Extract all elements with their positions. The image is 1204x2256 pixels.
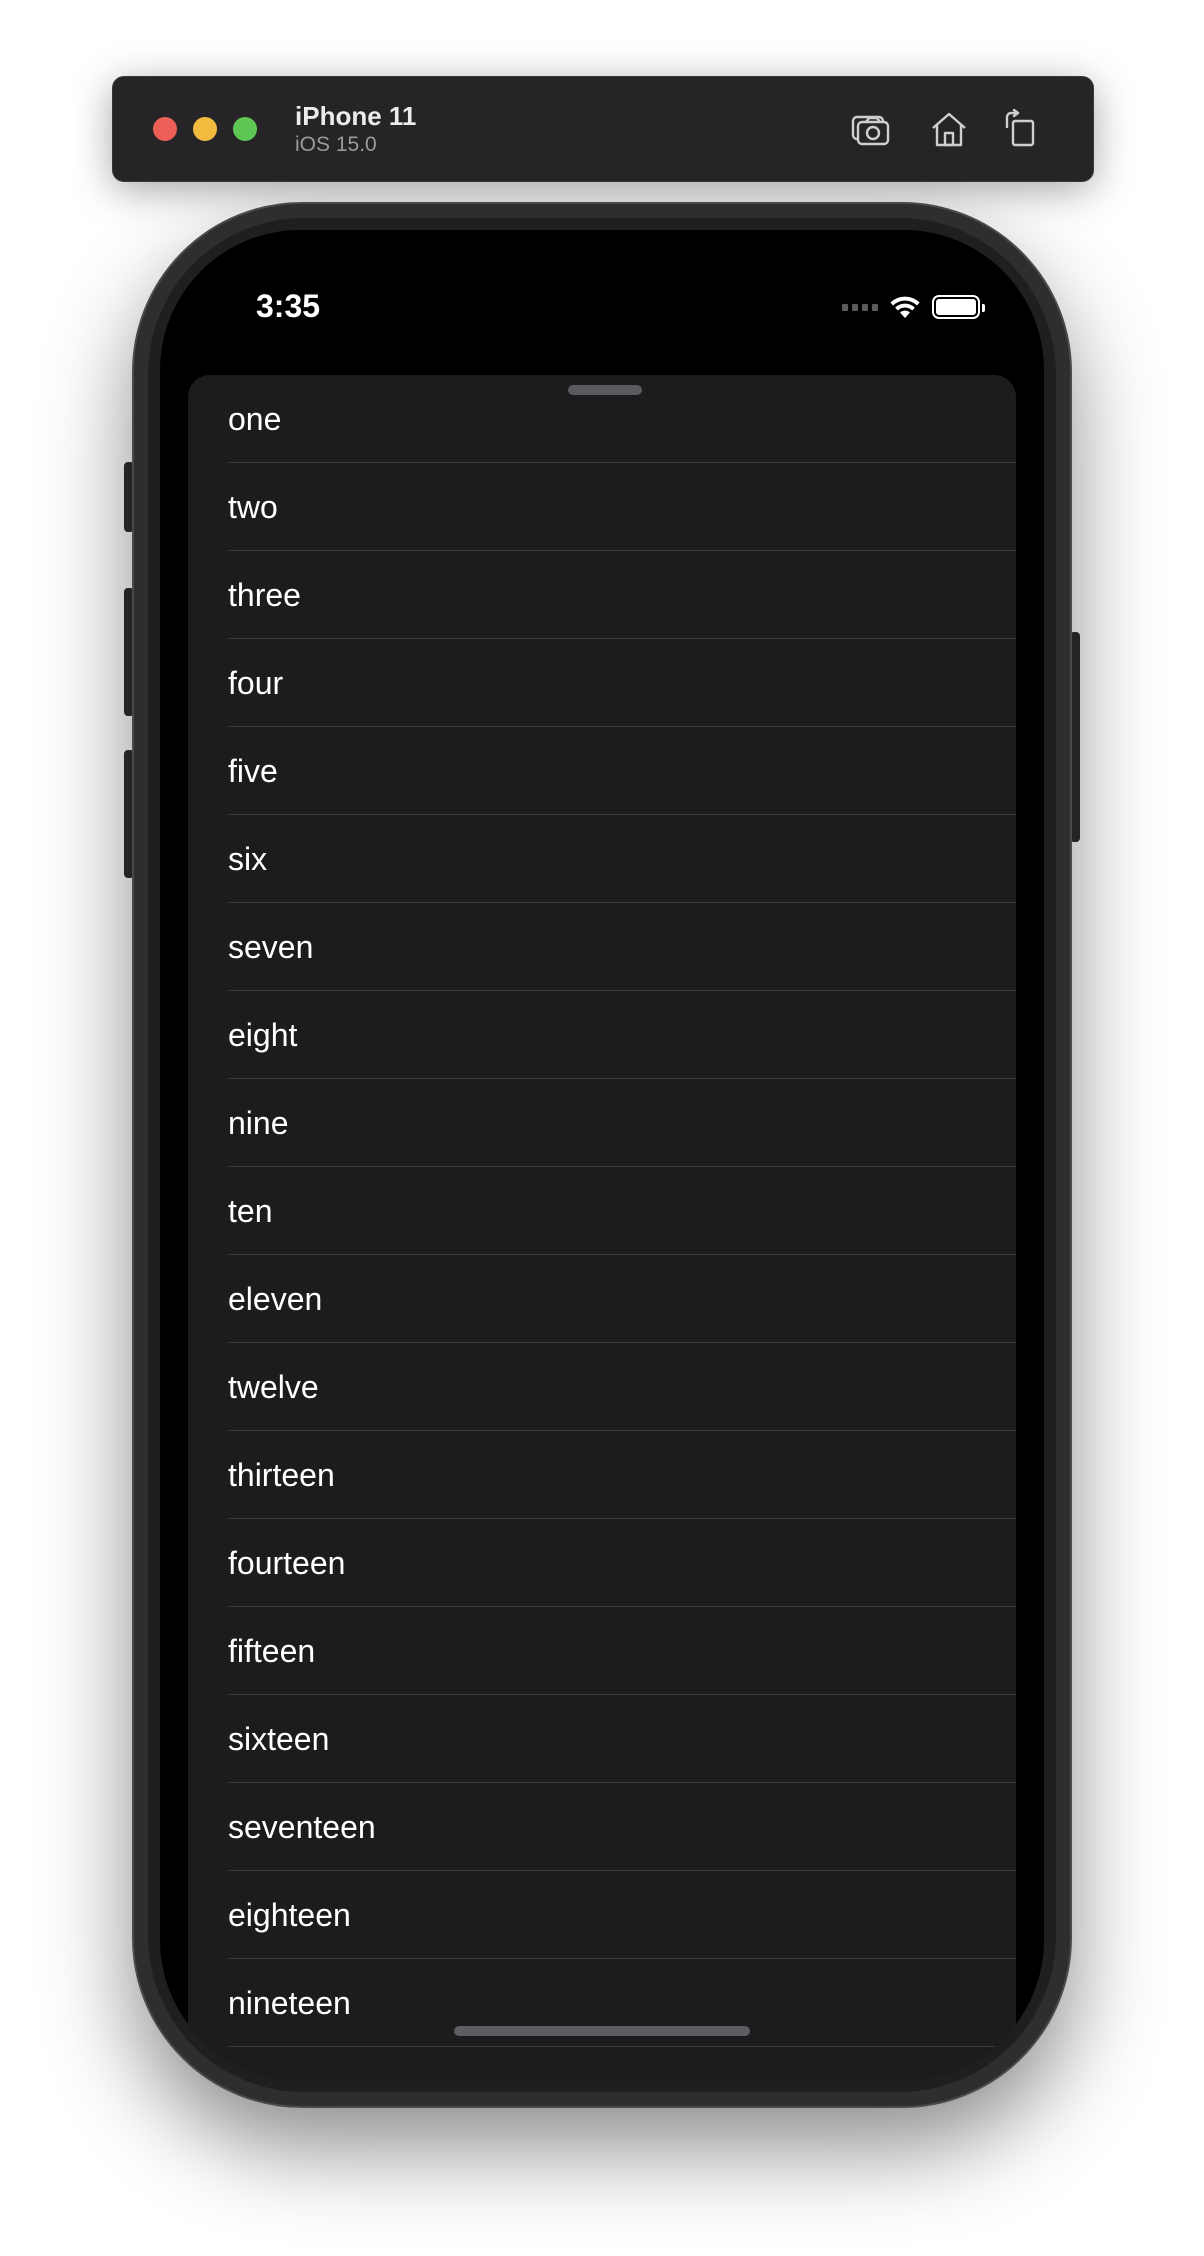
list-item-label: four bbox=[228, 664, 284, 701]
list-item[interactable]: seven bbox=[188, 903, 1016, 991]
home-icon[interactable] bbox=[927, 107, 971, 151]
list-item[interactable]: thirteen bbox=[188, 1431, 1016, 1519]
status-time: 3:35 bbox=[256, 288, 321, 324]
simulator-toolbar: iPhone 11 iOS 15.0 bbox=[112, 76, 1094, 182]
list-item-label: sixteen bbox=[228, 1720, 330, 1757]
list-item[interactable]: five bbox=[188, 727, 1016, 815]
list-item-label: nine bbox=[228, 1104, 289, 1141]
list-item-label: seven bbox=[228, 928, 314, 965]
item-list: one two three four five six seven eight … bbox=[188, 375, 1016, 2047]
list-item-label: seventeen bbox=[228, 1808, 376, 1845]
list-item[interactable]: nine bbox=[188, 1079, 1016, 1167]
status-indicators bbox=[842, 292, 985, 322]
close-window-button[interactable] bbox=[153, 117, 177, 141]
list-item-label: one bbox=[228, 400, 282, 437]
cellular-signal-icon bbox=[842, 303, 878, 311]
list-item[interactable]: three bbox=[188, 551, 1016, 639]
list-item-label: three bbox=[228, 576, 301, 613]
list-item-label: two bbox=[228, 488, 278, 525]
rotate-icon[interactable] bbox=[999, 107, 1043, 151]
list-item[interactable]: eight bbox=[188, 991, 1016, 1079]
os-version: iOS 15.0 bbox=[295, 133, 377, 156]
zoom-window-button[interactable] bbox=[233, 117, 257, 141]
device-screen: 3:35 one two three four five six seven e… bbox=[160, 230, 1044, 2080]
list-item[interactable]: eleven bbox=[188, 1255, 1016, 1343]
list-item-label: thirteen bbox=[228, 1456, 335, 1493]
list-item-label: twelve bbox=[228, 1368, 319, 1405]
list-item-label: five bbox=[228, 752, 278, 789]
list-item[interactable]: four bbox=[188, 639, 1016, 727]
home-indicator[interactable] bbox=[454, 2026, 750, 2036]
list-item-label: eight bbox=[228, 1016, 298, 1053]
list-item-label: fifteen bbox=[228, 1632, 316, 1669]
minimize-window-button[interactable] bbox=[193, 117, 217, 141]
list-item[interactable]: fifteen bbox=[188, 1607, 1016, 1695]
sheet-grabber[interactable] bbox=[568, 385, 642, 395]
list-item-label: ten bbox=[228, 1192, 273, 1229]
device-name: iPhone 11 bbox=[295, 101, 417, 131]
list-item[interactable]: six bbox=[188, 815, 1016, 903]
list-item[interactable]: eighteen bbox=[188, 1871, 1016, 1959]
camera-icon[interactable] bbox=[849, 107, 893, 151]
list-item[interactable]: fourteen bbox=[188, 1519, 1016, 1607]
list-item[interactable]: ten bbox=[188, 1167, 1016, 1255]
list-item-label: nineteen bbox=[228, 1984, 351, 2021]
list-item[interactable]: sixteen bbox=[188, 1695, 1016, 1783]
list-item[interactable]: twelve bbox=[188, 1343, 1016, 1431]
sheet: one two three four five six seven eight … bbox=[188, 375, 1016, 2080]
list-item-label: eighteen bbox=[228, 1896, 351, 1933]
list-item-label: fourteen bbox=[228, 1544, 346, 1581]
list-item-label: eleven bbox=[228, 1280, 323, 1317]
wifi-icon bbox=[888, 294, 922, 320]
battery-icon bbox=[932, 295, 985, 319]
list-item-label: six bbox=[228, 840, 268, 877]
list-item[interactable]: two bbox=[188, 463, 1016, 551]
list-item[interactable]: seventeen bbox=[188, 1783, 1016, 1871]
